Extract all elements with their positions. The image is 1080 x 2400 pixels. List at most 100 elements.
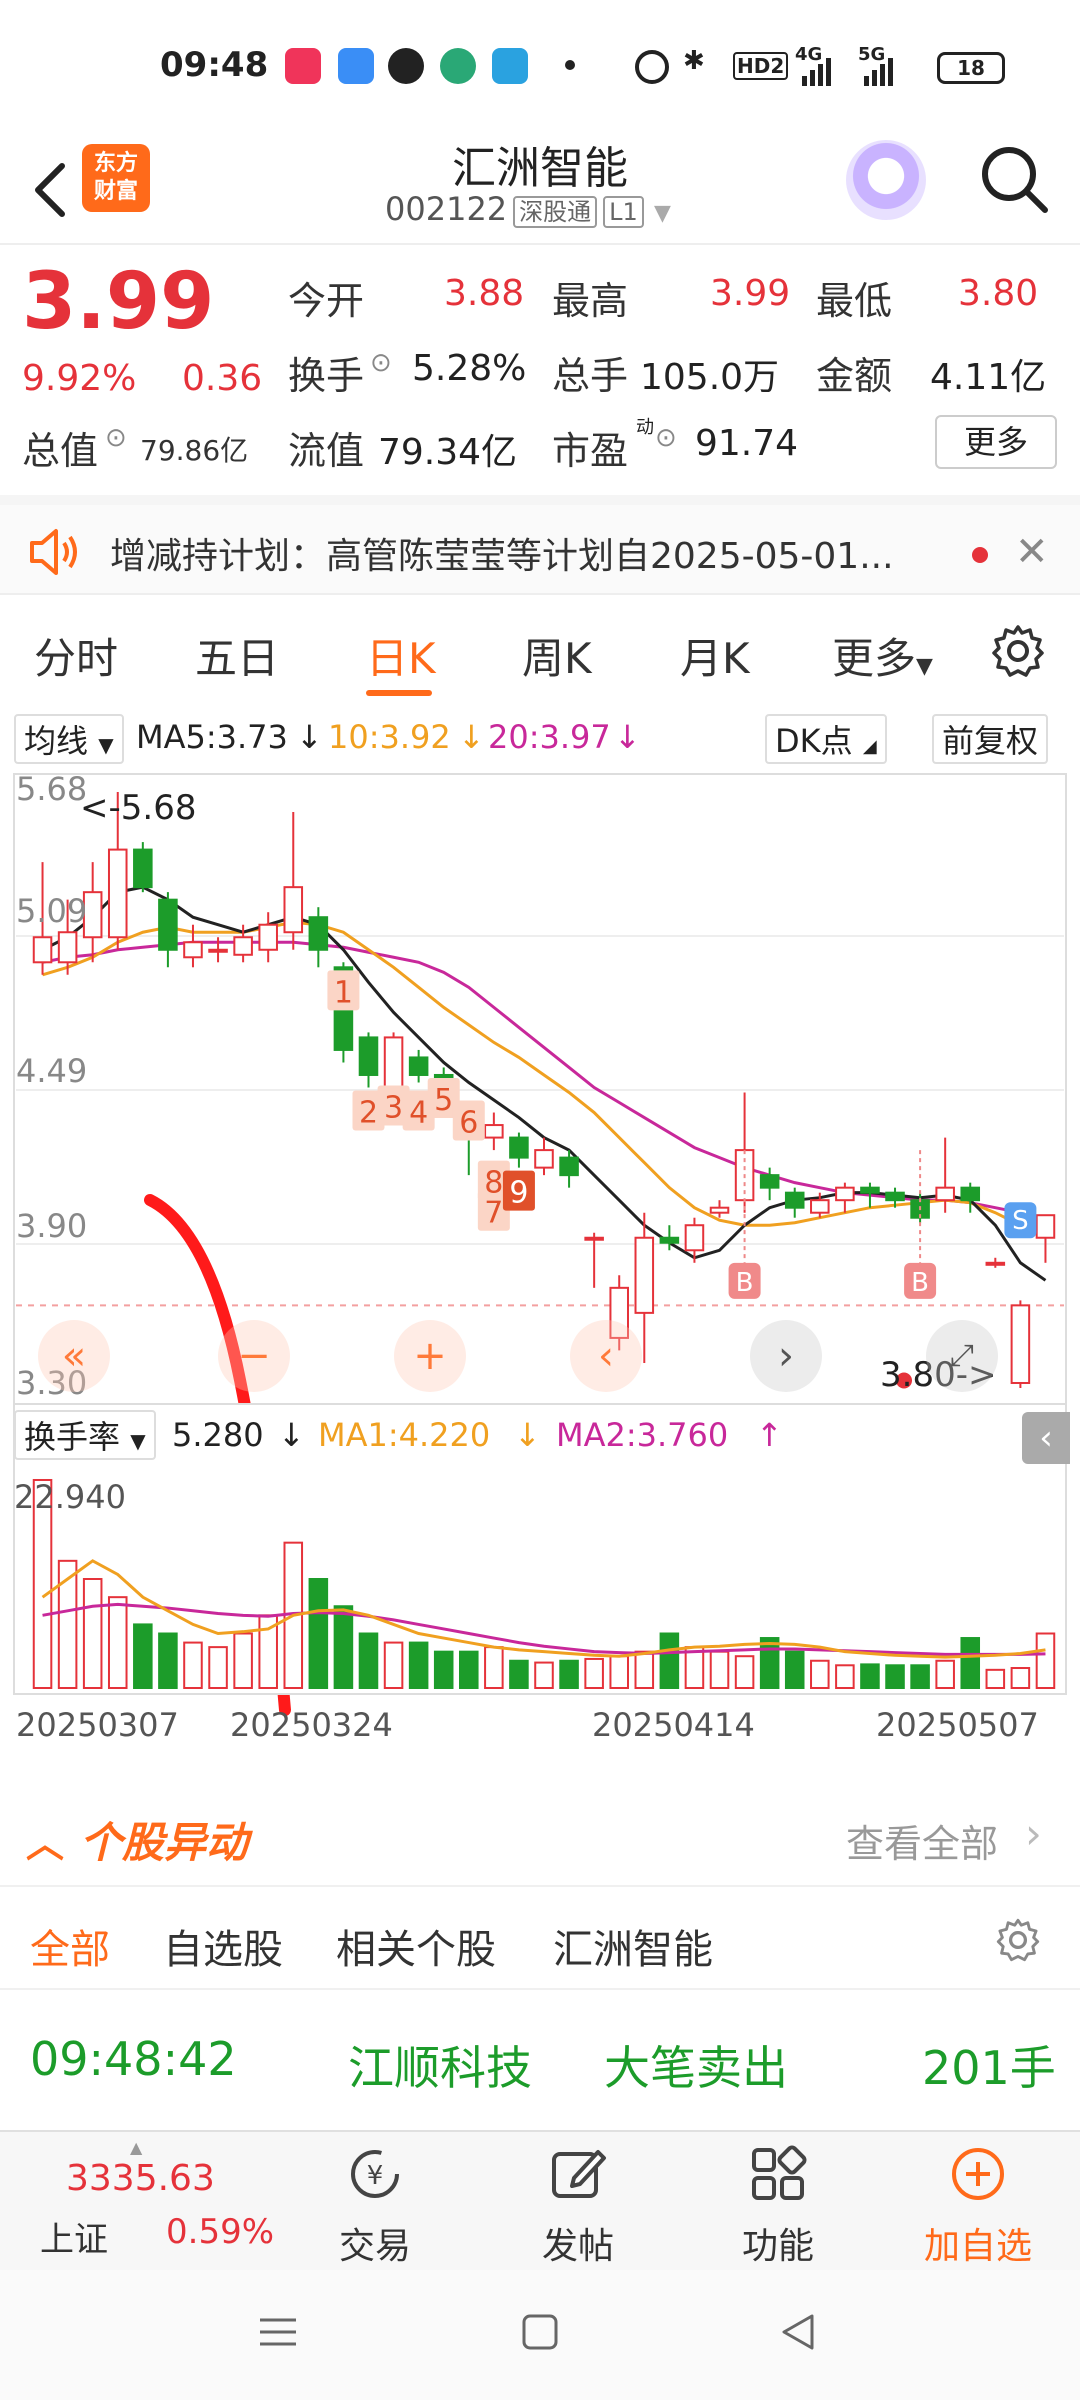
indicator-select[interactable]: 均线 ▼ [14, 714, 124, 764]
filter-related[interactable]: 相关个股 [336, 1917, 496, 1975]
adjust-button[interactable]: 前复权 [932, 714, 1049, 764]
candle-body [784, 1191, 805, 1209]
grid-icon [752, 2145, 807, 2200]
turnover-bar [459, 1650, 479, 1690]
gear-icon[interactable] [990, 623, 1046, 683]
filter-watchlist[interactable]: 自选股 [163, 1917, 283, 1975]
filter-this-stock[interactable]: 汇洲智能 [553, 1917, 713, 1975]
view-all-link[interactable]: 查看全部 [846, 1813, 998, 1868]
movement-stock[interactable]: 江顺科技 [348, 2032, 532, 2098]
sub-ma2: MA2:3.760 [556, 1416, 729, 1454]
more-button[interactable]: 更多 [935, 415, 1057, 469]
zoom-out-button[interactable]: − [218, 1320, 290, 1392]
candle-body [158, 898, 178, 951]
nav-features[interactable]: 功能 [678, 2132, 878, 2272]
tab-monthly-k[interactable]: 月K [680, 625, 750, 686]
index-ticker[interactable]: ▲ 3335.63 上证 0.59% [0, 2132, 274, 2272]
nav-post[interactable]: 发帖 [478, 2132, 678, 2272]
back-button[interactable] [22, 150, 82, 230]
turnover-bar [935, 1659, 955, 1689]
nav-trade[interactable]: ¥ 交易 [275, 2132, 475, 2272]
home-icon[interactable] [520, 2312, 560, 2356]
nav-add-watchlist[interactable]: 加自选 [878, 2132, 1078, 2272]
movement-time: 09:48:42 [30, 2032, 237, 2086]
hd-icon: HD2 [733, 52, 789, 80]
menu-icon[interactable] [258, 2312, 298, 2356]
signal-marker: 3 [384, 1091, 403, 1126]
clock: 09:48 [160, 45, 269, 85]
dropdown-icon: ▼ [916, 654, 933, 679]
chart-canvas[interactable]: 5.685.094.493.903.30 12 3 4 5678 9B BS 202503… [0, 768, 1080, 1785]
tab-five-day[interactable]: 五日 [195, 625, 279, 686]
arrow-up-icon: ↑ [756, 1416, 783, 1454]
zoom-in-button[interactable]: + [394, 1320, 466, 1392]
turnover-bar [408, 1641, 429, 1689]
turnover-bar [333, 1605, 354, 1689]
signal-marker: 8 [484, 1166, 503, 1201]
turnover-bar [759, 1637, 780, 1690]
speaker-icon [26, 527, 82, 581]
dk-label: DK点 [775, 722, 853, 760]
svg-text:¥: ¥ [367, 2161, 384, 2191]
k-line-chart[interactable]: 均线 ▼ MA5:3.73 ↓ 10:3.92 ↓ 20:3.97 ↓ DK点 … [0, 710, 1080, 1785]
next-button[interactable]: › [750, 1320, 822, 1392]
ma5-legend: MA5:3.73 [136, 718, 288, 756]
tab-weekly-k[interactable]: 周K [522, 625, 592, 686]
close-icon[interactable]: ✕ [1015, 529, 1049, 575]
pe-sup: 动 [636, 417, 654, 438]
candle-body [960, 1186, 981, 1202]
collapse-panel-button[interactable]: ‹ [1022, 1412, 1070, 1464]
indicator-select-label: 均线 [24, 722, 89, 760]
filter-all[interactable]: 全部 [30, 1917, 110, 1975]
dropdown-icon: ▼ [98, 733, 114, 757]
change-pct: 9.92% [22, 358, 137, 399]
tab-more[interactable]: 更多▼ [832, 625, 933, 686]
chevron-up-icon[interactable]: ︿ [26, 1813, 64, 1868]
app-icon [338, 48, 374, 84]
gear-icon[interactable] [995, 1917, 1041, 1967]
candle-body [32, 936, 53, 964]
float-cap-label: 流值 [288, 429, 365, 473]
section-title: 个股异动 [80, 1818, 249, 1867]
ma10-legend: 10:3.92 [328, 718, 451, 756]
info-icon[interactable]: ⊙ [370, 348, 392, 378]
high-label: 最高 [552, 279, 629, 323]
signal-icon-2 [862, 58, 902, 90]
movement-row[interactable]: 09:48:42 江顺科技 大笔卖出 201手 [0, 1990, 1080, 2130]
assistant-avatar[interactable] [846, 140, 926, 220]
info-icon[interactable]: ⊙ [655, 423, 677, 453]
arrow-down-icon: ↓ [296, 718, 323, 756]
sub-top-label: 22.940 [14, 1478, 126, 1516]
turnover-bar [208, 1646, 228, 1689]
tab-daily-k[interactable]: 日K [366, 625, 436, 686]
chart-tabs: 分时 五日 日K 周K 月K 更多▼ [0, 595, 1080, 710]
movement-qty: 201手 [922, 2041, 1056, 2095]
turnover-bar [158, 1632, 178, 1689]
nav-trade-label: 交易 [338, 2226, 411, 2267]
tab-timeshare[interactable]: 分时 [34, 625, 118, 686]
info-icon[interactable]: ⊙ [105, 423, 127, 453]
signal-icon [800, 58, 840, 90]
dk-point-button[interactable]: DK点 ◢ [765, 714, 887, 764]
back-nav-icon[interactable] [778, 2312, 818, 2356]
notice-bar[interactable]: 增减持计划：高管陈莹莹等计划自2025-05-01... ✕ [0, 495, 1080, 595]
signal-marker: 7 [484, 1196, 503, 1231]
sub-indicator-select[interactable]: 换手率 ▼ [14, 1410, 156, 1460]
candle-body [133, 848, 153, 889]
stock-code-line[interactable]: 002122 深股通 L1 ▼ [385, 190, 671, 228]
expand-icon[interactable]: ⤢ [926, 1320, 998, 1392]
scroll-left-button[interactable]: « [38, 1320, 110, 1392]
high-value: 3.99 [710, 273, 791, 314]
notice-text: 增减持计划：高管陈莹莹等计划自2025-05-01... [110, 536, 894, 577]
search-button[interactable] [975, 140, 1055, 220]
buy-marker: B [911, 1268, 929, 1298]
prev-button[interactable]: ‹ [570, 1320, 642, 1392]
candle-body [985, 1261, 1006, 1266]
stock-header: 东方 财富 汇洲智能 002122 深股通 L1 ▼ [0, 130, 1080, 245]
arrow-down-icon: ↓ [278, 1416, 305, 1454]
candle-body [860, 1186, 880, 1194]
signal-marker: 1 [334, 975, 353, 1010]
nav-features-label: 功能 [741, 2226, 814, 2267]
turnover-bar [1010, 1667, 1031, 1689]
quote-panel: 3.99 9.92% 0.36 总值 ⊙ 79.86亿 今开 3.88 最高 3… [0, 245, 1080, 495]
